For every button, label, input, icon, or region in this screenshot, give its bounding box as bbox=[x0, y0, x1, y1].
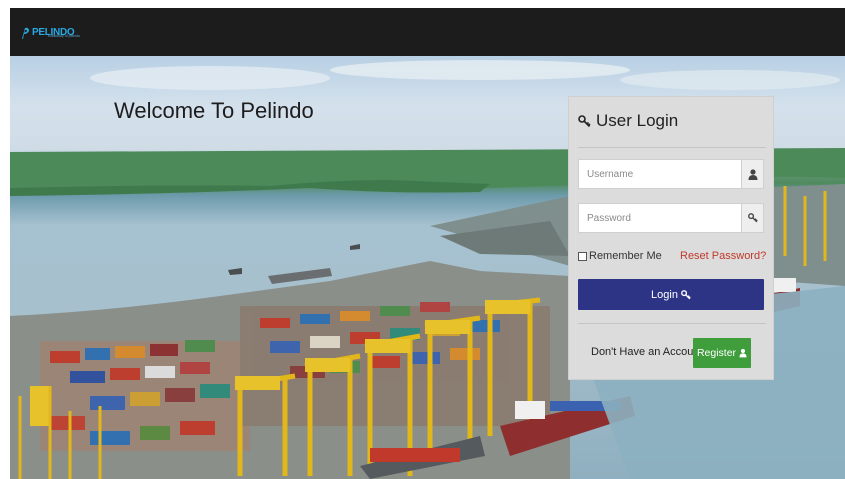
user-icon bbox=[748, 168, 757, 180]
key-icon bbox=[681, 289, 691, 299]
remember-me-checkbox[interactable] bbox=[578, 251, 587, 261]
navbar: PELINDO subsidiary of pelindo bbox=[10, 8, 845, 56]
login-panel: User Login Remember Me bbox=[568, 96, 774, 380]
username-addon bbox=[741, 160, 763, 188]
password-addon bbox=[741, 204, 763, 232]
login-panel-title: User Login bbox=[578, 111, 678, 131]
login-button-label: Login bbox=[651, 288, 678, 301]
key-icon bbox=[578, 114, 591, 127]
brand-logo[interactable]: PELINDO subsidiary of pelindo bbox=[20, 22, 80, 44]
username-input[interactable] bbox=[579, 160, 741, 188]
pelindo-logo-icon bbox=[22, 27, 29, 39]
reset-password-link[interactable]: Reset Password? bbox=[680, 250, 766, 262]
remember-me-label: Remember Me bbox=[589, 250, 662, 262]
password-field bbox=[578, 203, 764, 233]
key-icon bbox=[747, 213, 758, 223]
remember-me[interactable]: Remember Me bbox=[578, 250, 662, 262]
no-account-text: Don't Have an Account? bbox=[591, 346, 709, 358]
brand-tagline: subsidiary of pelindo bbox=[48, 34, 80, 38]
footer-divider bbox=[578, 323, 766, 324]
login-title-text: User Login bbox=[596, 111, 679, 130]
username-field bbox=[578, 159, 764, 189]
register-button-label: Register bbox=[696, 347, 737, 359]
login-button[interactable]: Login bbox=[578, 279, 764, 310]
password-input[interactable] bbox=[579, 204, 741, 232]
user-icon bbox=[739, 348, 747, 358]
title-divider bbox=[578, 147, 766, 148]
page-frame: PELINDO subsidiary of pelindo Welcome To… bbox=[10, 8, 845, 479]
register-button[interactable]: Register bbox=[693, 338, 751, 368]
welcome-heading: Welcome To Pelindo bbox=[114, 98, 314, 123]
